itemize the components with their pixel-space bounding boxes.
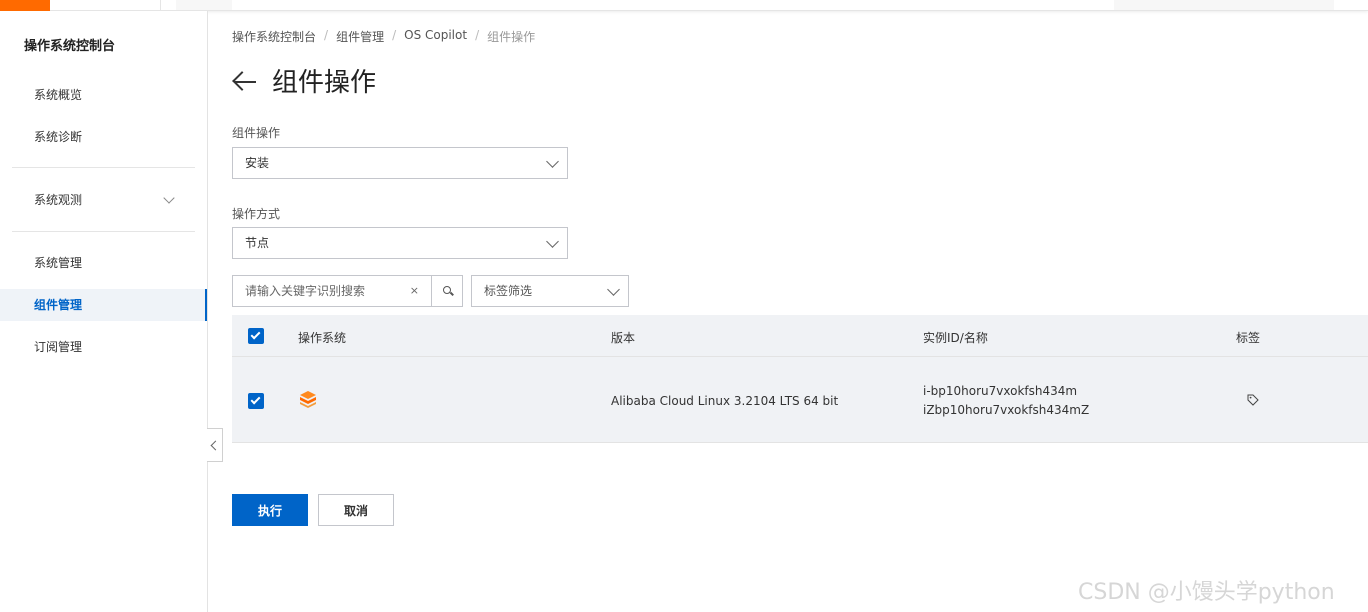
sidebar-item-component-management[interactable]: 组件管理 <box>0 289 207 321</box>
sidebar-item-diagnosis[interactable]: 系统诊断 <box>0 121 207 153</box>
tag-icon[interactable] <box>1247 394 1259 406</box>
sidebar-title: 操作系统控制台 <box>24 39 116 54</box>
sidebar-item-observation[interactable]: 系统观测 <box>0 184 207 216</box>
breadcrumb-separator: / <box>392 28 397 42</box>
chevron-down-icon <box>546 155 559 168</box>
tag-filter-select[interactable]: 标签筛选 <box>471 275 629 307</box>
search-input[interactable] <box>233 276 403 306</box>
breadcrumb: 操作系统控制台 / 组件管理 / OS Copilot / 组件操作 <box>232 28 535 45</box>
sidebar-item-system-management[interactable]: 系统管理 <box>0 247 207 279</box>
cancel-button[interactable]: 取消 <box>318 494 394 526</box>
sidebar-item-subscription[interactable]: 订阅管理 <box>0 331 207 363</box>
sidebar-item-label: 系统管理 <box>34 256 83 270</box>
execute-button[interactable]: 执行 <box>232 494 308 526</box>
method-select-value: 节点 <box>245 236 270 250</box>
row-checkbox[interactable] <box>248 393 264 409</box>
sidebar-collapse-button[interactable] <box>207 428 223 462</box>
keyword-search: × <box>232 275 432 307</box>
back-arrow-icon[interactable] <box>232 64 258 98</box>
table-row[interactable]: Alibaba Cloud Linux 3.2104 LTS 64 bit i-… <box>232 357 1368 443</box>
sidebar-item-label: 系统概览 <box>34 88 83 102</box>
sidebar-divider <box>12 231 195 232</box>
sidebar-divider <box>12 167 195 168</box>
topbar-divider <box>160 0 161 10</box>
instance-id[interactable]: i-bp10horu7vxokfsh434m <box>923 384 1077 398</box>
page-header: 组件操作 <box>232 62 376 99</box>
chevron-down-icon <box>607 283 620 296</box>
column-header-os[interactable]: 操作系统 <box>298 329 346 346</box>
clear-icon[interactable]: × <box>410 284 419 297</box>
breadcrumb-console[interactable]: 操作系统控制台 <box>232 28 316 45</box>
console-logo[interactable] <box>0 0 50 11</box>
sidebar: 操作系统控制台 系统概览 系统诊断 系统观测 系统管理 组件管理 订阅管理 <box>0 11 208 612</box>
select-all-checkbox[interactable] <box>248 328 264 344</box>
table-header-row: 操作系统 版本 实例ID/名称 标签 <box>232 315 1368 357</box>
operation-label: 组件操作 <box>232 126 281 140</box>
chevron-down-icon <box>163 192 175 204</box>
breadcrumb-component-management[interactable]: 组件管理 <box>336 28 384 45</box>
search-button[interactable] <box>431 275 463 307</box>
watermark: CSDN @小馒头学python <box>1078 580 1335 605</box>
topbar-workspace-selector[interactable] <box>176 0 232 10</box>
operation-select-value: 安装 <box>245 156 270 170</box>
instance-name: iZbp10horu7vxokfsh434mZ <box>923 403 1090 417</box>
column-header-version[interactable]: 版本 <box>611 329 635 346</box>
column-header-tags[interactable]: 标签 <box>1236 329 1260 346</box>
breadcrumb-current: 组件操作 <box>487 30 536 44</box>
sidebar-item-overview[interactable]: 系统概览 <box>0 79 207 111</box>
alibaba-cloud-linux-icon <box>300 391 316 408</box>
os-version: Alibaba Cloud Linux 3.2104 LTS 64 bit <box>611 394 839 408</box>
chevron-down-icon <box>546 235 559 248</box>
sidebar-item-label: 订阅管理 <box>34 340 83 354</box>
tag-filter-label: 标签筛选 <box>484 284 533 298</box>
topbar-search[interactable] <box>1114 0 1334 10</box>
instance-table: 操作系统 版本 实例ID/名称 标签 Alibaba Cloud Linux 3… <box>232 315 1368 443</box>
operation-select[interactable]: 安装 <box>232 147 568 179</box>
method-select[interactable]: 节点 <box>232 227 568 259</box>
top-navigation-bar <box>0 0 1368 11</box>
chevron-left-icon <box>210 440 221 451</box>
sidebar-item-label: 组件管理 <box>34 298 83 312</box>
breadcrumb-separator: / <box>324 28 329 42</box>
breadcrumb-separator: / <box>475 28 480 42</box>
page-title: 组件操作 <box>272 68 377 98</box>
method-label: 操作方式 <box>232 207 281 221</box>
breadcrumb-os-copilot[interactable]: OS Copilot <box>404 28 467 45</box>
sidebar-item-label: 系统观测 <box>34 193 83 207</box>
column-header-instance[interactable]: 实例ID/名称 <box>923 329 988 346</box>
sidebar-item-label: 系统诊断 <box>34 130 83 144</box>
